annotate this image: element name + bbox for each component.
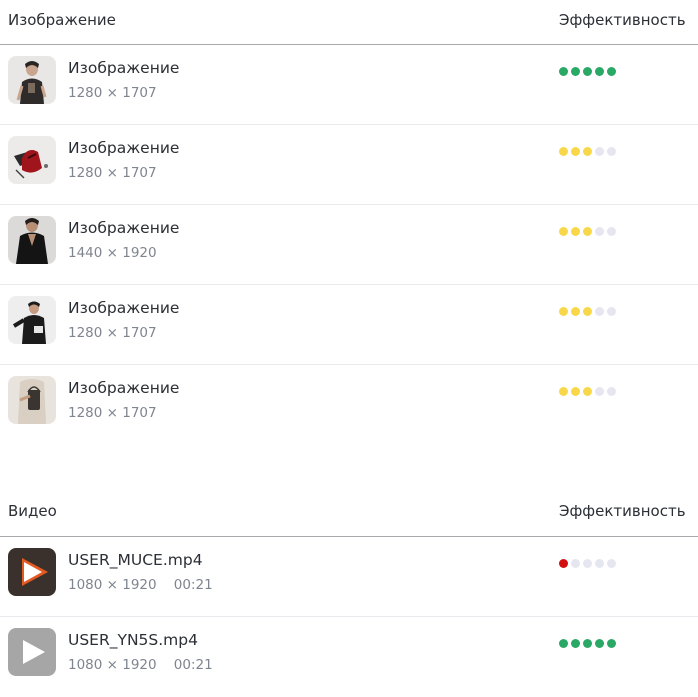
image-dimensions: 1280 × 1707 [68,405,157,421]
image-row[interactable]: Изображение 1280 × 1707 [0,45,698,125]
efficiency-rating [559,387,616,396]
image-thumbnail[interactable] [8,296,56,344]
rating-dot [583,147,592,156]
video-title[interactable]: USER_MUCE.mp4 [68,551,203,569]
image-row[interactable]: Изображение 1280 × 1707 [0,365,698,445]
image-thumbnail[interactable] [8,56,56,104]
video-thumbnail[interactable] [8,548,56,596]
rating-dot [559,307,568,316]
image-row[interactable]: Изображение 1440 × 1920 [0,205,698,285]
rating-dot [607,67,616,76]
rating-dot [607,147,616,156]
rating-dot [583,307,592,316]
rating-dot [583,639,592,648]
rating-dot [595,147,604,156]
image-dimensions: 1440 × 1920 [68,245,157,261]
rating-dot [595,639,604,648]
rating-dot [571,387,580,396]
video-row[interactable]: USER_YN5S.mp4 1080 × 1920 00:21 [0,617,698,697]
efficiency-rating [559,227,616,236]
rating-dot [607,639,616,648]
rating-dot [559,227,568,236]
image-title[interactable]: Изображение [68,299,179,317]
rating-dot [607,227,616,236]
rating-dot [583,227,592,236]
video-meta: 1080 × 1920 00:21 [68,657,213,673]
rating-dot [571,147,580,156]
efficiency-rating [559,639,616,648]
efficiency-column-title: Эффективность [559,11,686,29]
rating-dot [559,559,568,568]
rating-dot [571,227,580,236]
video-row[interactable]: USER_MUCE.mp4 1080 × 1920 00:21 [0,537,698,617]
rating-dot [607,387,616,396]
video-title[interactable]: USER_YN5S.mp4 [68,631,198,649]
rating-dot [571,307,580,316]
image-thumbnail[interactable] [8,376,56,424]
image-dimensions: 1280 × 1707 [68,165,157,181]
videos-column-title: Видео [8,502,57,520]
images-table-header: Изображение Эффективность [0,0,698,45]
image-row[interactable]: Изображение 1280 × 1707 [0,285,698,365]
rating-dot [559,639,568,648]
image-title[interactable]: Изображение [68,139,179,157]
rating-dot [595,559,604,568]
image-thumbnail[interactable] [8,216,56,264]
rating-dot [571,559,580,568]
rating-dot [583,387,592,396]
efficiency-column-title: Эффективность [559,502,686,520]
rating-dot [571,639,580,648]
rating-dot [595,67,604,76]
rating-dot [607,307,616,316]
efficiency-rating [559,307,616,316]
rating-dot [583,67,592,76]
images-column-title: Изображение [8,11,116,29]
rating-dot [595,307,604,316]
image-thumbnail[interactable] [8,136,56,184]
image-dimensions: 1280 × 1707 [68,85,157,101]
rating-dot [559,147,568,156]
video-thumbnail[interactable] [8,628,56,676]
rating-dot [559,387,568,396]
rating-dot [595,227,604,236]
rating-dot [571,67,580,76]
efficiency-rating [559,147,616,156]
video-meta: 1080 × 1920 00:21 [68,577,213,593]
image-title[interactable]: Изображение [68,59,179,77]
rating-dot [595,387,604,396]
image-row[interactable]: Изображение 1280 × 1707 [0,125,698,205]
image-dimensions: 1280 × 1707 [68,325,157,341]
videos-table-header: Видео Эффективность [0,490,698,537]
rating-dot [583,559,592,568]
rating-dot [559,67,568,76]
image-title[interactable]: Изображение [68,219,179,237]
rating-dot [607,559,616,568]
image-title[interactable]: Изображение [68,379,179,397]
efficiency-rating [559,67,616,76]
images-section: Изображение Эффективность Изображение 12… [0,0,698,445]
efficiency-rating [559,559,616,568]
